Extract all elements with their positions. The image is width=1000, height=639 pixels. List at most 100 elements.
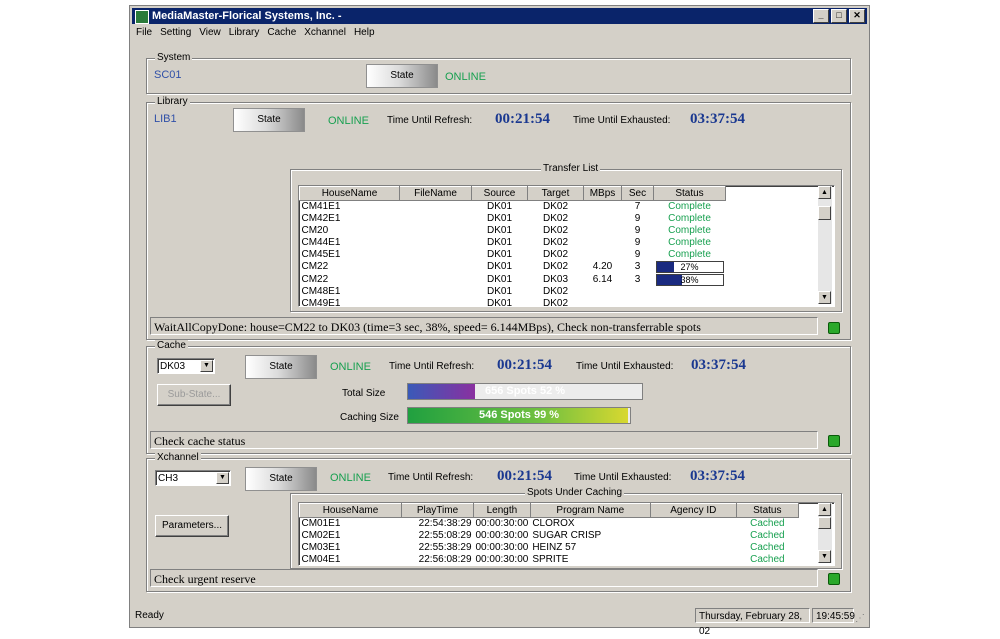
channel-value: CH3 (158, 473, 179, 484)
scroll-up-icon[interactable]: ▲ (818, 503, 831, 516)
transfer-cell-sec: 9 (634, 249, 641, 260)
menu-file[interactable]: File (132, 25, 156, 41)
transfer-cell-status: Complete (668, 225, 711, 236)
spots-cell-status: Cached (750, 518, 785, 529)
scroll-down-icon[interactable]: ▼ (818, 291, 831, 304)
transfer-cell-house: CM49E1 (301, 298, 341, 307)
scroll-down-icon[interactable]: ▼ (818, 550, 831, 563)
menu-view[interactable]: View (195, 25, 225, 41)
menu-cache[interactable]: Cache (263, 25, 300, 41)
transfer-col-header[interactable]: Sec (621, 186, 654, 201)
spots-col-header[interactable]: Program Name (529, 503, 651, 518)
cache-status-led-icon (828, 435, 840, 447)
menu-library[interactable]: Library (225, 25, 264, 41)
table-row[interactable]: CM02E1 22:55:08:29 00:00:30:00 SUGAR CRISP C… (300, 530, 799, 542)
menu-setting[interactable]: Setting (156, 25, 195, 41)
transfer-list-group: Transfer List HouseName FileName Source Tar… (290, 163, 842, 312)
transfer-scrollbar[interactable]: ▲ ▼ (818, 186, 832, 304)
spots-title: Spots Under Caching (525, 487, 625, 498)
table-row[interactable]: CM44E1 DK01 DK02 9 Complete (300, 237, 726, 249)
transfer-cell-sec: 3 (634, 261, 641, 273)
cache-state-button[interactable]: State (245, 355, 317, 379)
app-icon (135, 10, 149, 24)
transfer-cell-source: DK01 (486, 201, 512, 212)
parameters-button[interactable]: Parameters... (155, 515, 229, 537)
table-row[interactable]: CM04E1 22:56:08:29 00:00:30:00 SPRITE Cached (300, 554, 799, 565)
resize-grip-icon[interactable]: ⋰ (855, 613, 865, 624)
transfer-cell-mbps (584, 286, 622, 298)
substate-button[interactable]: Sub-State... (157, 384, 231, 406)
spots-list[interactable]: HouseName PlayTime Length Program Name Agenc… (298, 502, 835, 566)
xchannel-exhausted-value: 03:37:54 (690, 468, 745, 484)
table-row[interactable]: CM42E1 DK01 DK02 9 Complete (300, 213, 726, 225)
transfer-cell-mbps: 4.20 (592, 261, 613, 273)
minimize-button[interactable]: _ (813, 9, 829, 23)
scroll-thumb[interactable] (818, 206, 831, 220)
status-bar: Ready Thursday, February 28, 02 19:45:59… (132, 607, 867, 637)
scroll-thumb[interactable] (818, 517, 831, 529)
transfer-cell-source: DK01 (486, 225, 512, 236)
chevron-down-icon[interactable]: ▼ (216, 472, 229, 484)
table-row[interactable]: CM01E1 22:54:38:29 00:00:30:00 CLOROX Cached (300, 518, 799, 531)
spots-col-header[interactable]: Length (473, 503, 531, 518)
table-row[interactable]: CM48E1 DK01 DK02 (300, 286, 726, 298)
transfer-cell-file (400, 237, 472, 249)
transfer-col-header[interactable]: MBps (583, 186, 622, 201)
cache-device-select[interactable]: DK03 ▼ (157, 358, 215, 374)
cache-state-value: ONLINE (330, 361, 371, 373)
chevron-down-icon[interactable]: ▼ (200, 360, 213, 372)
table-row[interactable]: CM22 DK01 DK03 6.14 3 38% (300, 273, 726, 287)
spots-cell-length: 00:00:30:00 (475, 554, 529, 565)
transfer-col-header[interactable]: HouseName (299, 186, 400, 201)
library-group: Library LIB1 State ONLINE Time Until Ref… (146, 96, 851, 340)
transfer-col-header[interactable]: FileName (399, 186, 472, 201)
spots-col-header[interactable]: HouseName (299, 503, 402, 518)
spots-cell-program: CLOROX (532, 518, 575, 529)
table-row[interactable]: CM49E1 DK01 DK02 (300, 298, 726, 307)
menu-bar: File Setting View Library Cache Xchannel… (132, 25, 867, 41)
total-size-bar: 656 Spots 52 % (407, 383, 643, 400)
channel-select[interactable]: CH3 ▼ (155, 470, 231, 486)
transfer-cell-status: Complete (668, 213, 711, 224)
xchannel-refresh-value: 00:21:54 (497, 468, 552, 484)
spots-cell-play: 22:55:08:29 (418, 530, 472, 541)
transfer-cell-source: DK01 (486, 273, 512, 285)
spots-col-header[interactable]: Agency ID (649, 503, 737, 518)
library-state-button[interactable]: State (233, 108, 305, 132)
title-bar[interactable]: MediaMaster-Florical Systems, Inc. - _ □… (132, 8, 867, 24)
spots-col-header[interactable]: PlayTime (401, 503, 474, 518)
transfer-col-header[interactable]: Source (471, 186, 528, 201)
table-row[interactable]: CM45E1 DK01 DK02 9 Complete (300, 249, 726, 261)
transfer-cell-status (654, 298, 726, 306)
spots-cell-house: CM01E1 (301, 518, 341, 529)
cache-status-line: Check cache status (150, 431, 818, 449)
table-row[interactable]: CM41E1 DK01 DK02 7 Complete (300, 201, 726, 214)
transfer-list[interactable]: HouseName FileName Source Target MBps Sec Stat… (298, 185, 835, 307)
transfer-cell-source: DK01 (486, 249, 512, 260)
menu-help[interactable]: Help (350, 25, 379, 41)
transfer-cell-target: DK02 (542, 298, 568, 307)
cache-exhausted-label: Time Until Exhausted: (576, 361, 674, 372)
table-row[interactable]: CM22 DK01 DK02 4.20 3 27% (300, 261, 726, 274)
spots-cell-program: HEINZ 57 (532, 542, 577, 553)
menu-xchannel[interactable]: Xchannel (300, 25, 350, 41)
transfer-col-header[interactable]: Status (653, 186, 726, 201)
spots-scrollbar[interactable]: ▲ ▼ (818, 503, 832, 563)
cache-group: Cache DK03 ▼ State ONLINE Time Until Ref… (146, 340, 851, 454)
transfer-col-header[interactable]: Target (527, 186, 584, 201)
scroll-up-icon[interactable]: ▲ (818, 186, 831, 199)
table-row[interactable]: CM03E1 22:55:38:29 00:00:30:00 HEINZ 57 Cach… (300, 542, 799, 554)
spots-cell-agency (650, 530, 736, 542)
spots-cell-house: CM02E1 (301, 530, 341, 541)
cache-group-label: Cache (155, 340, 188, 351)
xchannel-state-button[interactable]: State (245, 467, 317, 491)
transfer-cell-file (400, 274, 472, 287)
close-button[interactable]: ✕ (849, 9, 865, 23)
xchannel-refresh-label: Time Until Refresh: (388, 472, 474, 483)
maximize-button[interactable]: □ (831, 9, 847, 23)
transfer-cell-status: Complete (668, 201, 711, 212)
system-state-button[interactable]: State (366, 64, 438, 88)
table-row[interactable]: CM20 DK01 DK02 9 Complete (300, 225, 726, 237)
spots-col-header[interactable]: Status (735, 503, 799, 518)
caching-size-label: Caching Size (340, 412, 399, 423)
